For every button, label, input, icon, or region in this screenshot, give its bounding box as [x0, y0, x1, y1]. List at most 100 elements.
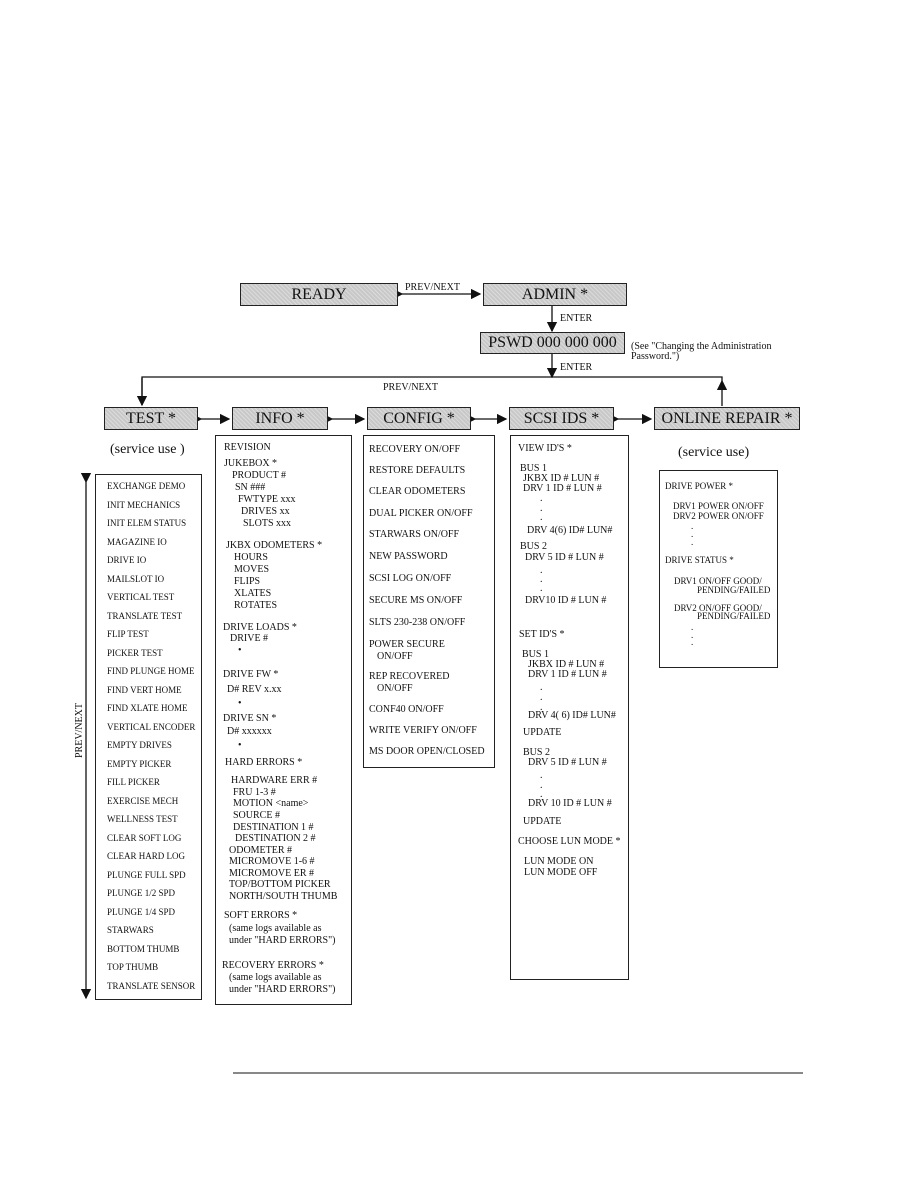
test-menu-item: CLEAR SOFT LOG [107, 832, 182, 843]
config-menu-item: SLTS 230-238 ON/OFF [369, 617, 466, 628]
test-menu-item: FIND PLUNGE HOME [107, 666, 195, 676]
info-menu-item: FRU 1-3 # [233, 787, 276, 798]
config-menu-item: ON/OFF [377, 683, 413, 694]
test-menu-item: PLUNGE 1/4 SPD [107, 906, 176, 917]
config-menu-item: SCSI LOG ON/OFF [369, 573, 452, 584]
menu-tree-diagram: READY ADMIN * PREV/NEXT ENTER PSWD 000 0… [0, 0, 918, 1188]
info-menu-item: MOVES [234, 564, 270, 575]
scsi-menu-item: LUN MODE ON [524, 856, 594, 867]
scsi-menu-item: BUS 2 [520, 541, 547, 552]
prev-next-side-label: PREV/NEXT [74, 703, 85, 758]
online-repair-menu-item: DRV2 POWER ON/OFF [673, 511, 764, 521]
prev-next-label: PREV/NEXT [405, 282, 460, 293]
scsi-menu-item: DRV 4(6) ID# LUN# [527, 525, 613, 536]
info-menu-item: TOP/BOTTOM PICKER [229, 879, 331, 890]
info-menu-item: SLOTS xxx [243, 518, 292, 529]
test-menu-item: INIT MECHANICS [107, 499, 181, 510]
scsi-menu-item: DRV 1 ID # LUN # [528, 669, 607, 680]
info-menu-item: ODOMETER # [229, 845, 293, 856]
password-note: (See "Changing the Administration Passwo… [631, 342, 771, 362]
info-menu-item: D# xxxxxx [227, 726, 272, 737]
config-menu-item: RESTORE DEFAULTS [369, 465, 466, 476]
config-menu-item: MS DOOR OPEN/CLOSED [369, 746, 485, 757]
test-menu-item: STARWARS [107, 925, 154, 935]
scsi-panel [510, 435, 629, 980]
password-box: PSWD 000 000 000 [480, 332, 625, 354]
info-menu-item: HARDWARE ERR # [231, 775, 318, 786]
online-repair-menu-item: . [691, 637, 694, 647]
info-menu-item: under "HARD ERRORS") [229, 984, 336, 995]
info-menu-item: REVISION [224, 442, 271, 453]
config-menu-item: WRITE VERIFY ON/OFF [369, 725, 477, 736]
info-menu-item: DESTINATION 1 # [233, 822, 314, 833]
info-menu-item: JUKEBOX * [224, 458, 278, 469]
config-menu-item: STARWARS ON/OFF [369, 529, 460, 540]
config-menu-item: CLEAR ODOMETERS [369, 486, 466, 497]
test-menu-item: BOTTOM THUMB [107, 943, 180, 954]
info-menu-item: SOFT ERRORS * [224, 910, 298, 921]
scsi-menu-item: VIEW ID'S * [518, 443, 572, 454]
test-menu-item: DRIVE IO [107, 555, 147, 565]
info-menu-item: MOTION <name> [233, 798, 309, 809]
online-repair-menu-item: . [691, 537, 694, 547]
info-menu-item: • [238, 740, 242, 751]
info-menu-item: (same logs available as [229, 923, 322, 934]
info-menu-item: DRIVE # [230, 633, 269, 644]
scsi-menu-item: DRV 5 ID # LUN # [525, 552, 604, 563]
info-menu-item: • [238, 698, 242, 709]
password-note-line: Password.") [631, 351, 680, 362]
info-menu-item: SN ### [235, 482, 266, 493]
test-menu-item: MAGAZINE IO [107, 536, 167, 547]
info-menu-item: SOURCE # [233, 810, 280, 821]
test-menu-item: FIND XLATE HOME [107, 703, 188, 713]
info-menu-item: FLIPS [234, 576, 261, 587]
test-menu-item: TOP THUMB [107, 962, 159, 972]
test-menu-item: FIND VERT HOME [107, 684, 182, 695]
scsi-menu-item: . [540, 583, 543, 594]
info-menu-item: under "HARD ERRORS") [229, 935, 336, 946]
info-menu-item: DESTINATION 2 # [235, 833, 316, 844]
config-menu-item: REP RECOVERED [369, 671, 450, 682]
test-menu-item: TRANSLATE SENSOR [107, 980, 196, 991]
scsi-menu-item: LUN MODE OFF [524, 867, 598, 878]
test-menu-item: VERTICAL ENCODER [107, 721, 196, 732]
test-menu-item: EXERCISE MECH [107, 795, 179, 806]
test-menu-item: FLIP TEST [107, 629, 149, 639]
test-menu-item: EMPTY DRIVES [107, 740, 172, 750]
info-menu-item: NORTH/SOUTH THUMB [229, 891, 338, 902]
info-menu-item: (same logs available as [229, 972, 322, 983]
online-repair-menu-item: PENDING/FAILED [697, 611, 771, 621]
config-menu-item: ON/OFF [377, 651, 413, 662]
config-menu-item: RECOVERY ON/OFF [369, 444, 461, 455]
menu-config: CONFIG * [367, 407, 471, 430]
config-menu-item: DUAL PICKER ON/OFF [369, 508, 473, 519]
test-menu-item: PLUNGE FULL SPD [107, 869, 186, 880]
online-repair-menu-item: DRIVE STATUS * [665, 555, 734, 565]
test-menu-item: MAILSLOT IO [107, 573, 165, 584]
info-menu-item: PRODUCT # [232, 470, 286, 481]
test-menu-item: EXCHANGE DEMO [107, 481, 186, 491]
info-menu-item: DRIVE LOADS * [223, 622, 297, 633]
info-menu-item: RECOVERY ERRORS * [222, 960, 324, 971]
test-menu-item: EMPTY PICKER [107, 758, 172, 769]
info-menu-item: MICROMOVE ER # [229, 868, 315, 879]
info-menu-item: FWTYPE xxx [238, 494, 296, 505]
info-menu-item: DRIVE SN * [223, 713, 277, 724]
test-menu-item: TRANSLATE TEST [107, 610, 183, 621]
ready-box: READY [240, 283, 398, 306]
scsi-menu-item: SET ID'S * [519, 629, 565, 640]
info-menu-item: ROTATES [234, 600, 278, 611]
menu-test: TEST * [104, 407, 198, 430]
info-menu-item: HOURS [234, 552, 268, 563]
scsi-menu-item: DRV 10 ID # LUN # [528, 798, 612, 809]
scsi-menu-item: DRV 5 ID # LUN # [528, 757, 607, 768]
test-menu-item: CLEAR HARD LOG [107, 851, 185, 861]
online-repair-menu-item: DRIVE POWER * [665, 481, 733, 491]
test-service-note: (service use ) [110, 442, 185, 457]
info-menu-item: • [238, 645, 242, 656]
scsi-menu-item: CHOOSE LUN MODE * [518, 836, 621, 847]
test-menu-item: WELLNESS TEST [107, 814, 178, 824]
test-menu-item: PICKER TEST [107, 647, 163, 658]
menu-online-repair: ONLINE REPAIR * [654, 407, 800, 430]
test-menu-item: PLUNGE 1/2 SPD [107, 888, 176, 898]
